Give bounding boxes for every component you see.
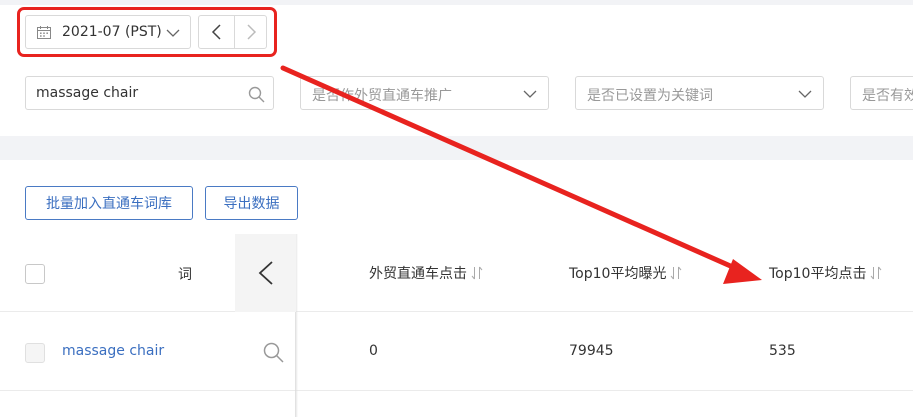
search-icon[interactable]	[248, 86, 265, 103]
chevron-down-icon	[523, 90, 537, 98]
column-header-top10-clicks-label: Top10平均点击	[769, 266, 867, 282]
top10-impressions-cell: 79945	[569, 343, 614, 359]
keyword-search-input[interactable]	[36, 83, 236, 103]
select-all-checkbox[interactable]	[25, 264, 45, 284]
chevron-down-icon	[798, 90, 812, 98]
next-month-button[interactable]	[234, 15, 267, 49]
search-icon[interactable]	[263, 342, 284, 363]
scroll-left-button[interactable]	[235, 234, 296, 312]
row-checkbox[interactable]	[25, 343, 45, 363]
sort-icon[interactable]	[471, 266, 483, 280]
clicks-cell: 0	[369, 343, 378, 359]
table-header: 词 外贸直通车点击 Top10平均曝光 Top10平均点击	[0, 234, 913, 312]
table-row: massage chair 0 79945 535	[0, 313, 913, 391]
chevron-right-icon	[246, 24, 256, 40]
batch-add-to-library-button[interactable]: 批量加入直通车词库	[25, 186, 193, 220]
column-header-top10-impressions-label: Top10平均曝光	[569, 266, 667, 282]
sort-icon[interactable]	[670, 266, 682, 280]
section-divider	[0, 136, 913, 160]
month-picker[interactable]: 2021-07 (PST)	[25, 15, 191, 49]
month-picker-value: 2021-07 (PST)	[62, 24, 162, 40]
sort-icon[interactable]	[870, 266, 882, 280]
promotion-filter-placeholder: 是否作外贸直通车推广	[312, 88, 452, 104]
validity-filter-select[interactable]: 是否有效	[850, 76, 913, 110]
previous-month-button[interactable]	[198, 15, 235, 49]
validity-filter-placeholder: 是否有效	[862, 88, 913, 104]
keyword-link[interactable]: massage chair	[62, 343, 164, 359]
column-header-keyword[interactable]: 词	[178, 264, 192, 284]
calendar-icon	[37, 26, 51, 39]
top-strip	[0, 0, 913, 5]
chevron-left-icon	[211, 24, 221, 40]
column-header-clicks-label: 外贸直通车点击	[369, 266, 467, 282]
column-header-top10-impressions[interactable]: Top10平均曝光	[569, 263, 682, 283]
column-header-top10-clicks[interactable]: Top10平均点击	[769, 263, 882, 283]
keyword-set-filter-select[interactable]: 是否已设置为关键词	[575, 76, 824, 110]
keyword-search-box[interactable]	[25, 76, 274, 110]
chevron-down-icon	[166, 29, 180, 37]
promotion-filter-select[interactable]: 是否作外贸直通车推广	[300, 76, 549, 110]
chevron-left-icon	[258, 261, 273, 285]
keyword-set-filter-placeholder: 是否已设置为关键词	[587, 88, 713, 104]
export-data-button[interactable]: 导出数据	[205, 186, 298, 220]
top10-clicks-cell: 535	[769, 343, 796, 359]
column-header-clicks[interactable]: 外贸直通车点击	[369, 263, 483, 283]
